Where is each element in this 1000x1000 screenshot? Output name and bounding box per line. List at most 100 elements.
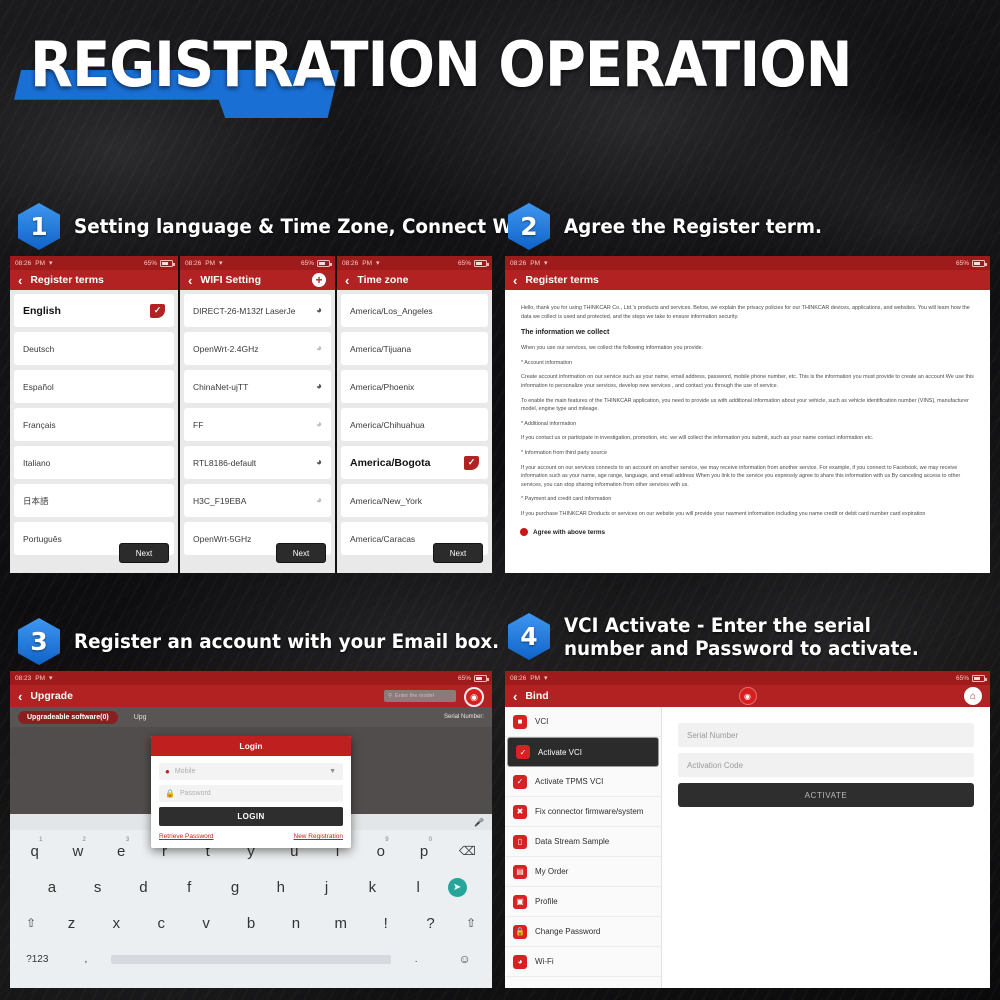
wifi-signal-icon: ◕: [315, 457, 322, 468]
terms-section-heading: The information we collect: [521, 329, 610, 337]
sidebar-item-label: Wi-Fi: [535, 957, 554, 966]
microphone-icon[interactable]: 🎤: [474, 818, 484, 827]
key-x[interactable]: x: [95, 908, 138, 938]
list-item[interactable]: America/Bogota ✓: [341, 446, 488, 479]
sidebar-item-profile[interactable]: ▣ Profile: [505, 887, 661, 917]
search-input[interactable]: ⚲ Enter the model: [384, 690, 456, 702]
key-v[interactable]: v: [185, 908, 228, 938]
login-button[interactable]: LOGIN: [159, 807, 343, 826]
shift-icon[interactable]: ⇧: [454, 908, 488, 938]
mobile-field[interactable]: ● Mobile ▼: [159, 763, 343, 780]
agree-terms-row[interactable]: Agree with above terms: [521, 529, 974, 536]
key-f[interactable]: f: [167, 872, 211, 902]
backspace-icon[interactable]: ⌫: [447, 836, 488, 866]
list-item[interactable]: English ✓: [14, 294, 174, 327]
key-b[interactable]: b: [230, 908, 273, 938]
serial-number-input[interactable]: Serial Number: [678, 723, 974, 747]
list-item[interactable]: Français: [14, 408, 174, 441]
wifi-signal-icon: ◕: [315, 419, 322, 430]
key-j[interactable]: j: [305, 872, 349, 902]
key-e[interactable]: 3e: [101, 836, 142, 866]
key-l[interactable]: l: [396, 872, 440, 902]
new-registration-link[interactable]: New Registration: [294, 833, 344, 840]
sidebar-item-activate-vci[interactable]: ✓ Activate VCI: [507, 737, 659, 767]
list-item[interactable]: ChinaNet-ujTT ◕: [184, 370, 331, 403]
list-item[interactable]: DIRECT-26-M132f LaserJe ◕: [184, 294, 331, 327]
step-header-1: 1 Setting language & Time Zone, Connect …: [18, 203, 576, 250]
chevron-left-icon[interactable]: ‹: [513, 274, 517, 287]
key-g[interactable]: g: [213, 872, 257, 902]
upgradeable-software-tab[interactable]: Upgradeable software(0): [18, 710, 118, 724]
key-z[interactable]: z: [50, 908, 93, 938]
enter-key[interactable]: ➤: [442, 872, 472, 902]
symbols-key[interactable]: ?123: [14, 944, 61, 974]
next-button[interactable]: Next: [276, 543, 326, 563]
activate-button[interactable]: ACTIVATE: [678, 783, 974, 807]
screen-wifi: 08:26 PM ▾ 65% ‹ WIFI Setting + DIRECT-26-…: [180, 256, 335, 573]
page-header: REGISTRATION OPERATION: [0, 14, 1000, 124]
list-item[interactable]: RTL8186-default ◕: [184, 446, 331, 479]
space-bar[interactable]: [111, 944, 391, 974]
key-o[interactable]: 9o: [360, 836, 401, 866]
key-q[interactable]: 1q: [14, 836, 55, 866]
key-c[interactable]: c: [140, 908, 183, 938]
list-item[interactable]: America/Phoenix: [341, 370, 488, 403]
key-d[interactable]: d: [122, 872, 166, 902]
sidebar-item-change-password[interactable]: 🔒 Change Password: [505, 917, 661, 947]
retrieve-password-link[interactable]: Retrieve Password: [159, 833, 214, 840]
list-item[interactable]: OpenWrt-2.4GHz ◕: [184, 332, 331, 365]
list-item[interactable]: FF ◕: [184, 408, 331, 441]
comma-key[interactable]: ,: [63, 944, 110, 974]
camera-icon[interactable]: ◉: [738, 687, 757, 705]
list-item[interactable]: H3C_F19EBA ◕: [184, 484, 331, 517]
sidebar-item-fix-connector[interactable]: ✖ Fix connector firmware/system: [505, 797, 661, 827]
list-item[interactable]: America/Los_Angeles: [341, 294, 488, 327]
chevron-left-icon[interactable]: ‹: [188, 274, 192, 287]
list-item[interactable]: Deutsch: [14, 332, 174, 365]
period-key[interactable]: .: [393, 944, 440, 974]
terms-intro: Hello, thank you for using THINKCAR Co.,…: [521, 305, 970, 320]
chevron-down-icon[interactable]: ▼: [329, 768, 336, 775]
key-n[interactable]: n: [274, 908, 317, 938]
sidebar-item-activate-tpms-vci[interactable]: ✓ Activate TPMS VCI: [505, 767, 661, 797]
upgrade-tab[interactable]: Upg: [134, 714, 147, 721]
password-field[interactable]: 🔒 Password: [159, 785, 343, 802]
key-k[interactable]: k: [350, 872, 394, 902]
key-w[interactable]: 2w: [57, 836, 98, 866]
list-item[interactable]: America/New_York: [341, 484, 488, 517]
next-button[interactable]: Next: [119, 543, 169, 563]
list-item[interactable]: America/Tijuana: [341, 332, 488, 365]
home-icon[interactable]: ⌂: [964, 687, 982, 705]
list-item[interactable]: 日本語: [14, 484, 174, 517]
status-bar: 08:23 PM ▾ 65%: [10, 671, 492, 685]
key-exclamation[interactable]: !: [364, 908, 407, 938]
radio-selected-icon[interactable]: [521, 529, 527, 535]
chevron-left-icon[interactable]: ‹: [18, 274, 22, 287]
activation-code-input[interactable]: Activation Code: [678, 753, 974, 777]
list-item[interactable]: America/Chihuahua: [341, 408, 488, 441]
list-item[interactable]: Español: [14, 370, 174, 403]
sidebar-item-vci[interactable]: ■ VCI: [505, 707, 661, 737]
chevron-left-icon[interactable]: ‹: [18, 690, 22, 703]
plus-icon[interactable]: +: [312, 273, 326, 287]
next-button[interactable]: Next: [433, 543, 483, 563]
status-battery-pct: 65%: [457, 674, 471, 682]
emoji-icon[interactable]: ☺: [441, 944, 488, 974]
sidebar-item-my-order[interactable]: ▤ My Order: [505, 857, 661, 887]
key-m[interactable]: m: [319, 908, 362, 938]
terms-paragraph: If you contact us or participate in inve…: [521, 435, 874, 442]
key-h[interactable]: h: [259, 872, 303, 902]
key-s[interactable]: s: [76, 872, 120, 902]
key-a[interactable]: a: [30, 872, 74, 902]
key-p[interactable]: 0p: [403, 836, 444, 866]
key-question[interactable]: ?: [409, 908, 452, 938]
status-meridiem: PM: [35, 674, 46, 682]
sidebar-item-wifi[interactable]: ◕ Wi-Fi: [505, 947, 661, 977]
camera-icon[interactable]: ◉: [464, 687, 484, 707]
wifi-signal-icon: ◕: [315, 343, 322, 354]
sidebar-item-data-stream-sample[interactable]: ▯ Data Stream Sample: [505, 827, 661, 857]
shift-icon[interactable]: ⇧: [14, 908, 48, 938]
chevron-left-icon[interactable]: ‹: [513, 690, 517, 703]
chevron-left-icon[interactable]: ‹: [345, 274, 349, 287]
list-item[interactable]: Italiano: [14, 446, 174, 479]
